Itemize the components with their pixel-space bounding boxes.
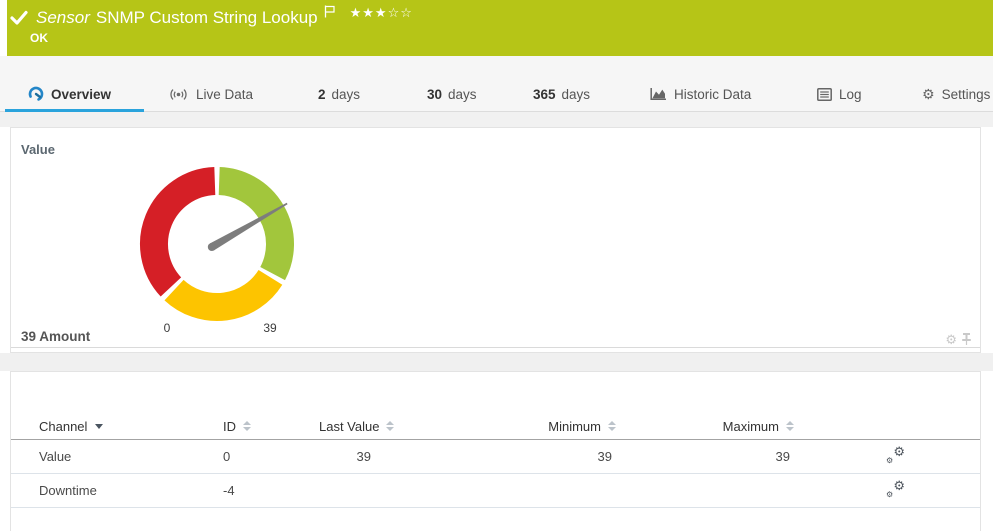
value-gauge — [132, 159, 302, 329]
tab-overview[interactable]: Overview — [28, 83, 111, 105]
sensor-title: SNMP Custom String Lookup — [96, 8, 318, 28]
priority-stars[interactable]: ★★★☆☆ — [350, 5, 413, 21]
column-header-channel-label: Channel — [39, 419, 87, 434]
tab-2-days-label: days — [332, 87, 361, 102]
sensor-status-header: Sensor SNMP Custom String Lookup ★★★☆☆ O… — [7, 0, 993, 56]
tab-2-days-number: 2 — [318, 87, 326, 102]
column-header-last-value[interactable]: Last Value — [319, 419, 411, 434]
column-header-maximum[interactable]: Maximum — [616, 419, 794, 434]
overview-gauge-panel: Value 0 39 39 Amount ⚙ — [10, 127, 981, 353]
gauge-settings-gear-icon[interactable]: ⚙ — [945, 333, 957, 346]
gauge-segment-red — [154, 181, 215, 287]
channel-last-value: 39 — [319, 449, 411, 464]
priority-flag-icon[interactable] — [324, 5, 336, 23]
tab-live-data-label: Live Data — [196, 87, 253, 102]
gauge-caption: 39 Amount — [21, 329, 90, 344]
column-header-maximum-label: Maximum — [723, 419, 779, 434]
channel-name: Value — [11, 449, 223, 464]
tab-30-days-label: days — [448, 87, 477, 102]
column-header-minimum-label: Minimum — [548, 419, 601, 434]
sort-icon — [386, 421, 394, 431]
channel-id: -4 — [223, 483, 319, 498]
channel-settings-gear-icon[interactable]: ⚙ ⚙ — [886, 481, 905, 498]
tab-365-days[interactable]: 365 days — [533, 83, 590, 105]
gauge-segment-yellow — [174, 277, 270, 307]
tab-365-days-number: 365 — [533, 87, 556, 102]
channels-table-panel: Channel ID Last Value Minimum Maximum — [10, 371, 981, 531]
tab-settings-label: Settings — [942, 87, 991, 102]
broadcast-icon — [168, 87, 189, 102]
tab-settings[interactable]: ⚙ Settings — [922, 83, 990, 105]
tab-30-days-number: 30 — [427, 87, 442, 102]
tab-historic-data-label: Historic Data — [674, 87, 751, 102]
status-check-icon — [10, 9, 28, 27]
tab-log[interactable]: Log — [817, 83, 862, 105]
pin-icon[interactable] — [961, 332, 972, 346]
column-header-id-label: ID — [223, 419, 236, 434]
column-header-last-value-label: Last Value — [319, 419, 379, 434]
tab-2-days[interactable]: 2 days — [318, 83, 360, 105]
gauge-icon — [28, 86, 44, 102]
tab-log-label: Log — [839, 87, 862, 102]
log-list-icon — [817, 88, 832, 101]
tab-30-days[interactable]: 30 days — [427, 83, 477, 105]
column-header-minimum[interactable]: Minimum — [411, 419, 616, 434]
column-header-channel[interactable]: Channel — [11, 419, 223, 434]
sort-icon — [786, 421, 794, 431]
column-header-id[interactable]: ID — [223, 419, 319, 434]
table-row: Downtime -4 ⚙ ⚙ — [11, 474, 980, 508]
channel-name: Downtime — [11, 483, 223, 498]
tab-live-data[interactable]: Live Data — [168, 83, 253, 105]
divider — [11, 347, 980, 348]
tab-bar: Overview Live Data 2 days 30 days 365 da… — [0, 56, 993, 112]
gauge-scale-min: 0 — [152, 321, 182, 335]
object-type-label: Sensor — [36, 8, 90, 28]
tab-overview-label: Overview — [51, 87, 111, 102]
spacer — [0, 112, 993, 127]
channels-table: Channel ID Last Value Minimum Maximum — [11, 413, 980, 508]
stars-empty: ☆☆ — [388, 5, 413, 20]
tab-365-days-label: days — [562, 87, 591, 102]
area-chart-icon — [650, 87, 667, 101]
gear-icon: ⚙ — [922, 86, 935, 103]
stars-filled: ★★★ — [350, 5, 388, 20]
channel-maximum: 39 — [616, 449, 794, 464]
tab-historic-data[interactable]: Historic Data — [650, 83, 751, 105]
sort-icon — [608, 421, 616, 431]
status-badge: OK — [30, 31, 48, 45]
channel-minimum: 39 — [411, 449, 616, 464]
spacer — [0, 353, 993, 371]
channel-settings-gear-icon[interactable]: ⚙ ⚙ — [886, 447, 905, 464]
table-header-row: Channel ID Last Value Minimum Maximum — [11, 413, 980, 440]
sort-icon — [243, 421, 251, 431]
sort-desc-icon — [95, 424, 103, 429]
channel-id: 0 — [223, 449, 319, 464]
table-row: Value 0 39 39 39 ⚙ ⚙ — [11, 440, 980, 474]
gauge-channel-title: Value — [21, 142, 55, 157]
gauge-scale-max: 39 — [255, 321, 285, 335]
